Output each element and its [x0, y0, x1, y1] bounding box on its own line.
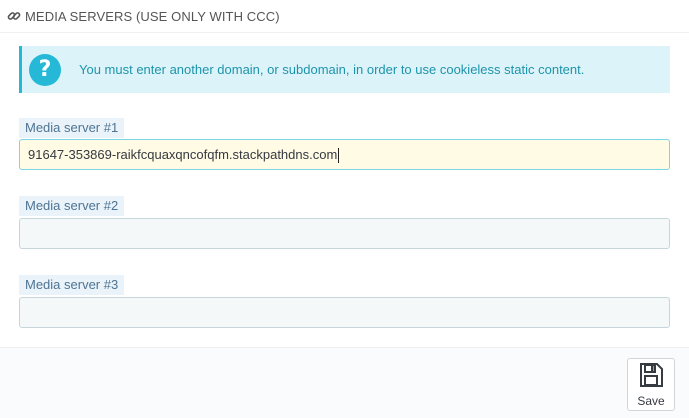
media-server-3-input[interactable]	[19, 297, 670, 328]
save-label: Save	[637, 394, 665, 408]
media-server-3-label: Media server #3	[19, 275, 125, 295]
media-server-2-label: Media server #2	[19, 196, 125, 216]
panel-heading: MEDIA SERVERS (USE ONLY WITH CCC)	[0, 0, 689, 33]
floppy-disk-icon	[637, 361, 665, 394]
media-server-1-input[interactable]: 91647-353869-raikfcquaxqncofqfm.stackpat…	[19, 139, 670, 170]
question-icon: ?	[29, 53, 61, 86]
link-icon	[7, 9, 21, 23]
panel-title: MEDIA SERVERS (USE ONLY WITH CCC)	[25, 8, 280, 24]
alert-message: You must enter another domain, or subdom…	[79, 62, 585, 77]
media-server-1-value: 91647-353869-raikfcquaxqncofqfm.stackpat…	[28, 147, 338, 162]
media-server-2-input[interactable]	[19, 218, 670, 249]
text-caret	[338, 148, 340, 164]
info-alert: ? You must enter another domain, or subd…	[19, 46, 670, 93]
media-servers-panel: MEDIA SERVERS (USE ONLY WITH CCC) ? You …	[0, 0, 689, 418]
media-server-1-label: Media server #1	[19, 118, 125, 138]
panel-footer	[0, 347, 689, 418]
save-button[interactable]: Save	[627, 358, 675, 411]
